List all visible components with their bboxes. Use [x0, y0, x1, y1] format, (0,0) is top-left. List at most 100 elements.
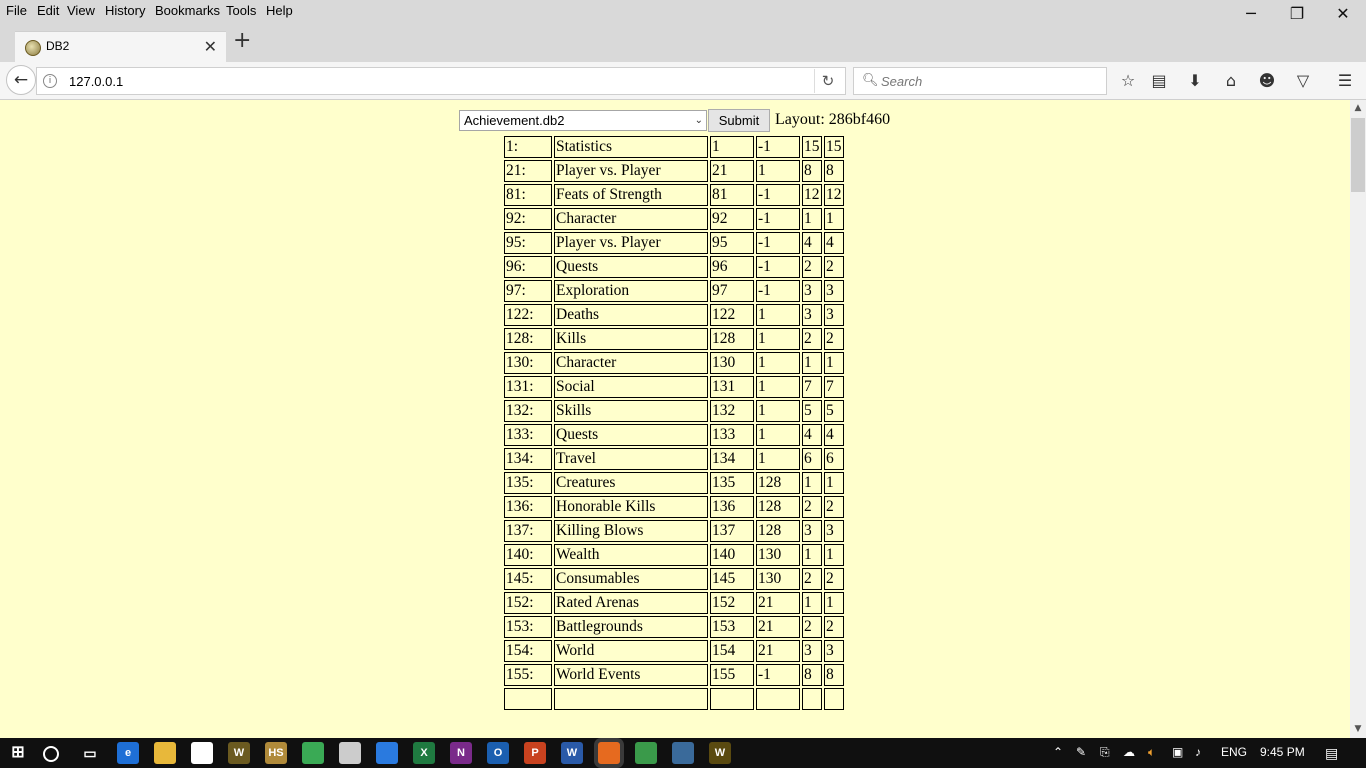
search-input[interactable]: 🔍︎ Search — [853, 67, 1107, 95]
table-row: 145: Consumables 145 130 2 2 — [504, 568, 844, 590]
taskbar-wow-icon[interactable]: W — [228, 742, 250, 764]
table-cell: 154: — [504, 640, 552, 662]
tray-pen-icon[interactable]: ✎ — [1076, 745, 1086, 759]
db-file-select[interactable]: Achievement.db2 ⌄ — [459, 110, 707, 131]
bookmark-star-icon[interactable]: ☆ — [1117, 70, 1139, 92]
tab-db2[interactable]: DB2 ✕ — [15, 31, 226, 62]
taskbar-app-blue-icon[interactable] — [672, 742, 694, 764]
taskbar-file-explorer-icon[interactable] — [154, 742, 176, 764]
reload-icon[interactable]: ↻ — [814, 69, 841, 93]
menu-view[interactable]: View — [67, 3, 95, 18]
menu-file[interactable]: File — [6, 3, 27, 18]
tray-speaker-icon[interactable]: ♪ — [1195, 745, 1201, 759]
wow-favicon-icon — [25, 40, 41, 56]
table-cell: 152 — [710, 592, 754, 614]
hello-chat-icon[interactable]: ☻ — [1256, 70, 1278, 92]
tray-clock[interactable]: 9:45 PM — [1260, 745, 1305, 759]
table-cell: 122: — [504, 304, 552, 326]
table-cell: 131: — [504, 376, 552, 398]
table-cell: 131 — [710, 376, 754, 398]
menu-help[interactable]: Help — [266, 3, 293, 18]
menu-edit[interactable]: Edit — [37, 3, 59, 18]
home-icon[interactable]: ⌂ — [1220, 70, 1242, 92]
windows-start-icon[interactable]: ⊞ — [7, 742, 29, 764]
download-icon[interactable]: ⬇ — [1184, 70, 1206, 92]
table-cell: 3 — [802, 304, 822, 326]
table-cell: 134 — [710, 448, 754, 470]
tray-cloud-icon[interactable]: ☁ — [1123, 745, 1135, 759]
table-cell: 96 — [710, 256, 754, 278]
table-cell: 2 — [824, 616, 844, 638]
cortana-icon[interactable] — [43, 746, 59, 762]
scroll-up-icon[interactable]: ▲ — [1350, 100, 1366, 117]
table-row: 81: Feats of Strength 81 -1 12 12 — [504, 184, 844, 206]
taskbar-outlook-icon[interactable]: O — [487, 742, 509, 764]
table-cell: 135: — [504, 472, 552, 494]
scroll-down-icon[interactable]: ▼ — [1350, 721, 1366, 738]
info-icon[interactable]: i — [43, 74, 57, 88]
table-cell: 1 — [802, 208, 822, 230]
table-cell: 130: — [504, 352, 552, 374]
table-row: 136: Honorable Kills 136 128 2 2 — [504, 496, 844, 518]
taskbar-teamviewer-icon[interactable] — [376, 742, 398, 764]
taskbar-wow-2-icon[interactable]: W — [709, 742, 731, 764]
task-view-icon[interactable]: ▭ — [79, 742, 101, 764]
table-cell: 128 — [756, 496, 800, 518]
taskbar-edge-icon[interactable]: e — [117, 742, 139, 764]
taskbar-onenote-icon[interactable]: N — [450, 742, 472, 764]
table-cell: 128: — [504, 328, 552, 350]
tray-volume-muted-icon[interactable]: 🔈︎ — [1148, 745, 1155, 760]
back-button[interactable]: ← — [6, 65, 36, 95]
table-cell: Kills — [554, 328, 708, 350]
table-cell: 15 — [802, 136, 822, 158]
scrollbar-thumb[interactable] — [1351, 118, 1365, 192]
table-row: 96: Quests 96 -1 2 2 — [504, 256, 844, 278]
submit-button[interactable]: Submit — [708, 109, 770, 132]
table-cell: 5 — [802, 400, 822, 422]
table-cell: Killing Blows — [554, 520, 708, 542]
table-cell: Travel — [554, 448, 708, 470]
table-cell: 3 — [802, 280, 822, 302]
table-row: 130: Character 130 1 1 1 — [504, 352, 844, 374]
table-cell: 137: — [504, 520, 552, 542]
taskbar-powerpoint-icon[interactable]: P — [524, 742, 546, 764]
table-cell: Rated Arenas — [554, 592, 708, 614]
table-cell: Skills — [554, 400, 708, 422]
table-cell: 132 — [710, 400, 754, 422]
vertical-scrollbar[interactable]: ▲ ▼ — [1350, 100, 1366, 738]
close-tab-icon[interactable]: ✕ — [204, 37, 217, 56]
taskbar-firefox-icon[interactable] — [598, 742, 620, 764]
table-cell: 1 — [756, 448, 800, 470]
table-row: 131: Social 131 1 7 7 — [504, 376, 844, 398]
new-tab-button[interactable]: + — [233, 30, 251, 52]
table-row: 135: Creatures 135 128 1 1 — [504, 472, 844, 494]
table-cell: 21 — [756, 592, 800, 614]
action-center-icon[interactable]: ▤ — [1325, 745, 1338, 762]
taskbar-excel-icon[interactable]: X — [413, 742, 435, 764]
tray-network-icon[interactable]: ▣ — [1172, 745, 1183, 759]
taskbar-app-triangle-icon[interactable] — [635, 742, 657, 764]
table-row: 152: Rated Arenas 152 21 1 1 — [504, 592, 844, 614]
tray-chevron-icon[interactable]: ⌃ — [1053, 745, 1063, 759]
taskbar-word-icon[interactable]: W — [561, 742, 583, 764]
tray-language[interactable]: ENG — [1221, 745, 1247, 759]
hamburger-menu-icon[interactable]: ☰ — [1334, 70, 1356, 92]
reading-list-icon[interactable]: ▤ — [1148, 70, 1170, 92]
table-cell: 1 — [756, 376, 800, 398]
taskbar-app-green-icon[interactable] — [302, 742, 324, 764]
menu-history[interactable]: History — [105, 3, 145, 18]
menu-tools[interactable]: Tools — [226, 3, 256, 18]
table-cell: -1 — [756, 136, 800, 158]
pocket-icon[interactable]: ▽ — [1292, 70, 1314, 92]
menu-bookmarks[interactable]: Bookmarks — [155, 3, 220, 18]
tray-usb-icon[interactable]: ⎘ — [1100, 745, 1110, 760]
table-cell: 140 — [710, 544, 754, 566]
taskbar-store-icon[interactable] — [191, 742, 213, 764]
table-cell: 134: — [504, 448, 552, 470]
url-bar[interactable]: i 127.0.0.1 ↻ — [36, 67, 846, 95]
search-icon: 🔍︎ — [862, 73, 879, 88]
table-cell: 1 — [824, 544, 844, 566]
table-cell — [824, 688, 844, 710]
taskbar-app-tool-icon[interactable] — [339, 742, 361, 764]
taskbar-hearthstone-icon[interactable]: HS — [265, 742, 287, 764]
